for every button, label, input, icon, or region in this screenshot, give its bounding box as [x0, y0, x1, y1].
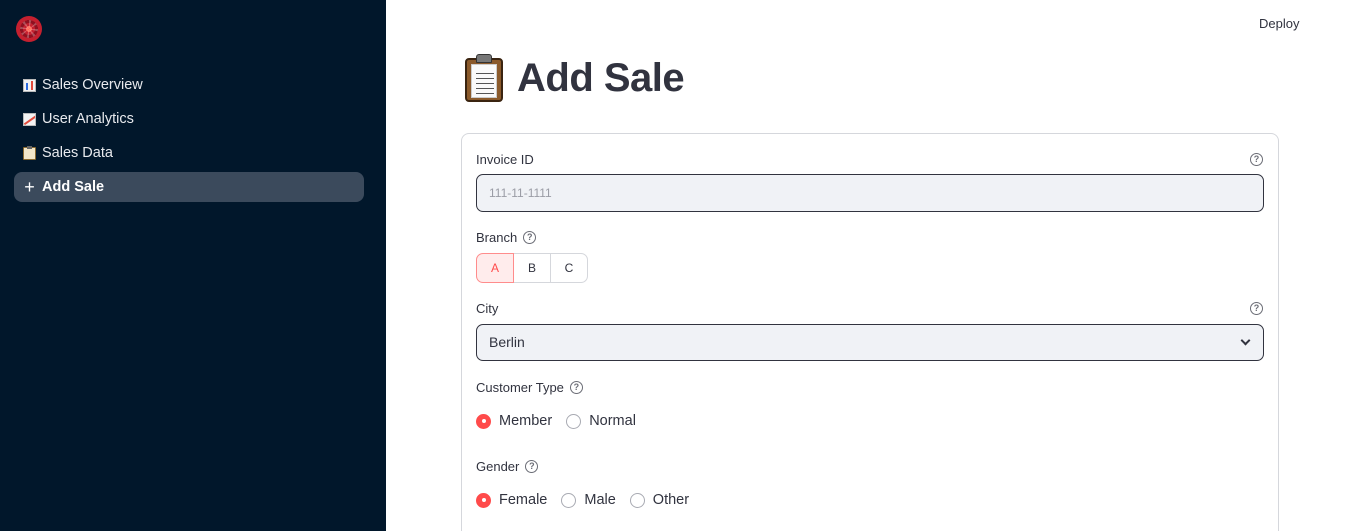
clipboard-icon [463, 54, 505, 102]
sidebar-item-sales-data[interactable]: Sales Data [14, 138, 364, 168]
branch-label: Branch ? [476, 230, 537, 245]
gender-label: Gender ? [476, 459, 539, 474]
page-title: Add Sale [517, 55, 685, 100]
city-label: City [476, 301, 498, 316]
page-header: Add Sale [463, 54, 685, 102]
help-icon[interactable]: ? [1250, 302, 1263, 315]
radio-label: Member [499, 413, 553, 429]
invoice-id-label-text: Invoice ID [476, 152, 534, 167]
invoice-id-input[interactable] [476, 174, 1264, 212]
customer-type-radio-group: Member Normal [476, 413, 650, 429]
city-select-value: Berlin [489, 334, 525, 350]
radio-selected-icon [476, 413, 491, 429]
gender-label-text: Gender [476, 459, 520, 474]
radio-selected-icon [476, 492, 491, 508]
sidebar-item-sales-overview[interactable]: Sales Overview [14, 70, 364, 100]
sidebar: Sales Overview User Analytics Sales Data… [0, 0, 386, 531]
radio-other[interactable]: Other [629, 492, 690, 508]
radio-unselected-icon [561, 492, 577, 508]
radio-member[interactable]: Member [476, 413, 552, 429]
bar-chart-icon [23, 78, 36, 92]
radio-label: Female [499, 492, 548, 508]
app-logo-icon[interactable] [16, 16, 42, 42]
help-icon[interactable]: ? [523, 231, 537, 244]
sidebar-item-label: Sales Overview [42, 77, 143, 93]
branch-option-b[interactable]: B [513, 253, 551, 283]
sidebar-nav: Sales Overview User Analytics Sales Data… [14, 70, 364, 206]
branch-option-c[interactable]: C [550, 253, 588, 283]
radio-unselected-icon [566, 413, 582, 429]
branch-segmented-control: A B C [476, 253, 588, 283]
help-icon[interactable]: ? [1250, 153, 1263, 166]
invoice-id-label: Invoice ID [476, 152, 534, 167]
radio-normal[interactable]: Normal [566, 413, 636, 429]
chevron-down-icon [1240, 335, 1251, 346]
customer-type-label-text: Customer Type [476, 380, 564, 395]
radio-male[interactable]: Male [561, 492, 616, 508]
radio-label: Other [652, 492, 690, 508]
radio-label: Normal [589, 413, 636, 429]
sidebar-item-user-analytics[interactable]: User Analytics [14, 104, 364, 134]
sidebar-item-label: Sales Data [42, 145, 113, 161]
radio-female[interactable]: Female [476, 492, 547, 508]
customer-type-label: Customer Type ? [476, 380, 583, 395]
branch-option-a[interactable]: A [476, 253, 514, 283]
line-chart-icon [23, 112, 36, 126]
sidebar-item-add-sale[interactable]: + Add Sale [14, 172, 364, 202]
city-select[interactable]: Berlin [476, 324, 1264, 361]
city-label-text: City [476, 301, 499, 316]
deploy-button[interactable]: Deploy [1259, 16, 1299, 31]
clipboard-icon [23, 145, 36, 160]
radio-unselected-icon [629, 492, 645, 508]
help-icon[interactable]: ? [569, 381, 583, 394]
sidebar-item-label: User Analytics [42, 111, 134, 127]
branch-label-text: Branch [476, 230, 518, 245]
sidebar-item-label: Add Sale [42, 179, 105, 195]
gender-radio-group: Female Male Other [476, 492, 703, 508]
plus-icon: + [24, 176, 35, 197]
help-icon[interactable]: ? [525, 460, 539, 473]
radio-label: Male [584, 492, 616, 508]
